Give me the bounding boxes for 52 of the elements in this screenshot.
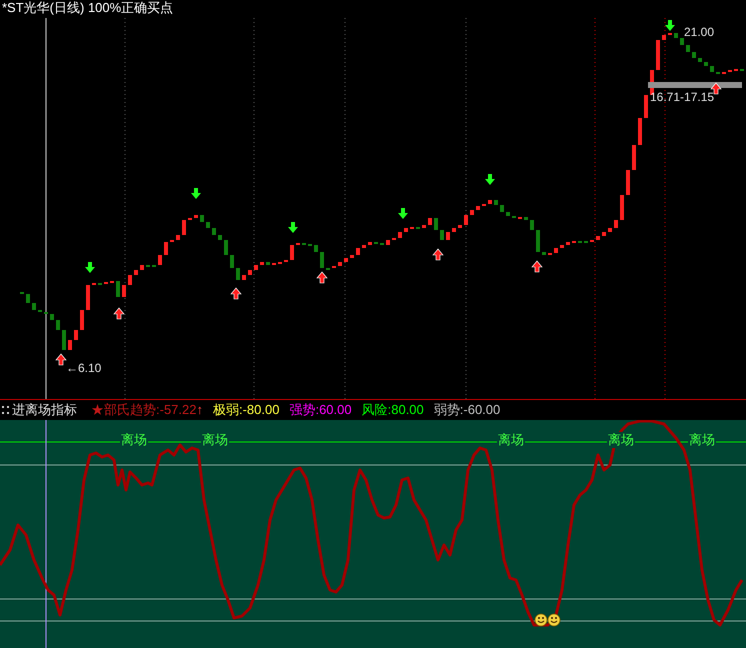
candlestick <box>536 230 540 252</box>
candlestick <box>116 281 120 297</box>
candlestick <box>626 170 630 195</box>
smiley-icon <box>548 614 560 626</box>
candlestick <box>182 220 186 235</box>
arrow-up-icon <box>710 82 722 94</box>
arrow-down-icon <box>485 174 495 185</box>
candlestick <box>80 310 84 330</box>
candlestick <box>62 330 66 350</box>
arrow-down-icon <box>85 262 95 273</box>
candlestick <box>656 40 660 70</box>
arrow-up-icon <box>316 272 328 284</box>
candlestick <box>638 118 642 145</box>
price-label: 21.00 <box>684 25 714 39</box>
arrow-up-icon <box>113 308 125 320</box>
candlestick <box>644 95 648 118</box>
arrow-down-icon <box>398 208 408 219</box>
candlestick <box>230 255 234 268</box>
candlestick <box>434 218 438 230</box>
exit-label: 离场 <box>120 432 148 448</box>
arrow-down-icon <box>191 188 201 199</box>
candlestick <box>86 285 90 310</box>
arrow-up-icon <box>55 354 67 366</box>
arrow-down-icon <box>288 222 298 233</box>
arrow-up-icon <box>432 248 444 260</box>
arrow-down-icon <box>665 20 675 31</box>
candlestick <box>122 285 126 297</box>
arrow-up-icon <box>230 288 242 300</box>
smiley-icon <box>534 614 548 626</box>
price-label: 16.71-17.15 <box>650 90 714 104</box>
exit-label: 离场 <box>688 432 716 448</box>
price-label: ←6.10 <box>66 361 102 375</box>
candlestick <box>620 195 624 220</box>
indicator-value: 极弱:-80.00 <box>212 401 280 420</box>
indicator-name: 进离场指标 <box>12 401 77 420</box>
candlestick <box>320 252 324 268</box>
candlestick <box>290 245 294 260</box>
trend-arrow: ↑ <box>196 401 203 420</box>
candlestick <box>632 145 636 170</box>
candlestick <box>164 242 168 255</box>
candlestick <box>236 268 240 280</box>
chart-title: *ST光华(日线) 100%正确买点 <box>2 0 174 16</box>
indicator-value: 风险:80.00 <box>362 401 424 420</box>
exit-label: 离场 <box>497 432 525 448</box>
exit-label: 离场 <box>607 432 635 448</box>
dots-icon <box>2 405 10 415</box>
exit-label: 离场 <box>201 432 229 448</box>
arrow-up-icon <box>531 260 543 272</box>
indicator-value: ★部氏趋势:-57.22 <box>91 401 196 420</box>
indicator-value: 弱势:-60.00 <box>434 401 500 420</box>
candlestick <box>224 240 228 255</box>
indicator-value: 强势:60.00 <box>289 401 352 420</box>
